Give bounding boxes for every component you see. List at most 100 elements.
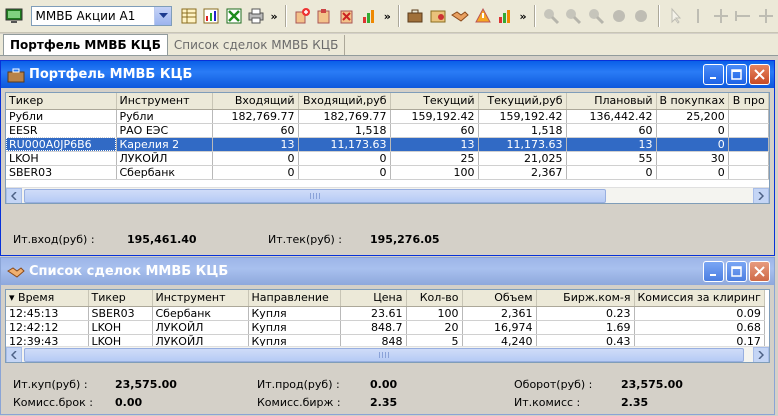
print-icon[interactable] (246, 5, 267, 27)
crosshair-icon[interactable] (710, 5, 731, 27)
stats-icon[interactable] (495, 5, 516, 27)
column-header[interactable]: В про (728, 93, 769, 110)
table-row-selected[interactable]: RU000A0JP6B6 Карелия 2 13 11,173.63 13 1… (6, 137, 769, 152)
warning-icon[interactable] (472, 5, 493, 27)
cancel-order-icon[interactable] (337, 5, 358, 27)
summary-value: 0.00 (370, 378, 398, 391)
column-header[interactable]: Комиссия за клиринг (634, 290, 765, 307)
zoom-out-icon[interactable] (563, 5, 584, 27)
summary-value: 0.00 (115, 396, 143, 409)
scroll-thumb[interactable] (24, 188, 606, 203)
zoom-fit-icon[interactable] (586, 5, 607, 27)
horizontal-scrollbar[interactable] (6, 187, 769, 203)
table-cell: 159,192.42 (478, 109, 567, 124)
table-cell: 60 (212, 123, 299, 138)
table-cell: 100 (406, 306, 463, 321)
chart-icon[interactable] (201, 5, 222, 27)
table-row[interactable]: EESR РАО ЕЭС 60 1,518 60 1,518 60 0 (6, 123, 769, 138)
column-header[interactable]: Направление (248, 290, 341, 307)
column-header[interactable]: Объем (462, 290, 537, 307)
column-header[interactable]: Цена (340, 290, 407, 307)
table-cell (728, 151, 769, 166)
scroll-thumb[interactable] (24, 347, 744, 362)
add-order-icon[interactable] (292, 5, 313, 27)
table-cell: 25 (390, 151, 479, 166)
toolbar-separator (658, 5, 661, 27)
portfolio-titlebar[interactable]: Портфель ММВБ КЦБ (1, 61, 774, 88)
table-cell: Купля (248, 306, 341, 321)
table-icon[interactable] (178, 5, 199, 27)
column-header[interactable]: Текущий (390, 93, 479, 110)
monitor-icon[interactable] (4, 5, 25, 27)
chevron-down-icon[interactable] (154, 7, 172, 25)
scroll-left-icon[interactable] (6, 346, 22, 362)
column-header[interactable]: Кол-во (406, 290, 463, 307)
table-cell (728, 137, 769, 152)
summary-value: 195,461.40 (127, 233, 197, 246)
zoom-in-icon[interactable] (541, 5, 562, 27)
portfolio-grid[interactable]: Тикер Инструмент Входящий Входящий,руб Т… (5, 92, 770, 204)
more-icon[interactable]: » (382, 10, 393, 23)
scroll-right-icon[interactable] (753, 346, 769, 362)
circle-icon[interactable] (631, 5, 652, 27)
summary-value: 23,575.00 (115, 378, 177, 391)
column-header[interactable]: Тикер (6, 93, 117, 110)
tab-deals[interactable]: Список сделок ММВБ КЦБ (168, 35, 346, 55)
table-cell: 0 (656, 137, 729, 152)
cursor-icon[interactable] (665, 5, 686, 27)
deals-titlebar[interactable]: Список сделок ММВБ КЦБ (1, 258, 774, 285)
summary-label: Ит.комисс : (514, 396, 581, 409)
table-cell: 0 (656, 123, 729, 138)
handshake-icon (7, 266, 25, 278)
scroll-left-icon[interactable] (6, 187, 22, 203)
table-cell: 0.23 (536, 306, 635, 321)
tab-portfolio[interactable]: Портфель ММВБ КЦБ (3, 34, 168, 55)
minimize-button[interactable] (703, 64, 724, 85)
column-header[interactable]: Текущий,руб (478, 93, 567, 110)
column-header[interactable]: Плановый (566, 93, 657, 110)
column-header[interactable]: Входящий,руб (298, 93, 391, 110)
table-row[interactable]: LKOH ЛУКОЙЛ 0 0 25 21,025 55 30 (6, 151, 769, 166)
settings-icon[interactable] (427, 5, 448, 27)
column-header[interactable]: Входящий (212, 93, 299, 110)
column-header[interactable]: Тикер (88, 290, 153, 307)
table-cell: 1.69 (536, 320, 635, 335)
vline-icon[interactable] (688, 5, 709, 27)
hline-icon[interactable] (733, 5, 754, 27)
window-tabs: Портфель ММВБ КЦБ Список сделок ММВБ КЦБ (0, 34, 778, 56)
table-cell: 13 (390, 137, 479, 152)
minimize-icon (709, 273, 716, 276)
order-icon[interactable] (314, 5, 335, 27)
portfolio-selector[interactable]: ММВБ Акции А1 (30, 6, 173, 26)
table-cell: EESR (6, 123, 117, 138)
table-cell: Рубли (6, 109, 117, 124)
column-header[interactable]: Инструмент (116, 93, 213, 110)
close-button[interactable] (749, 64, 770, 85)
horizontal-scrollbar[interactable] (6, 346, 769, 362)
column-header[interactable]: Инструмент (152, 290, 249, 307)
minimize-button[interactable] (703, 261, 724, 282)
briefcase-icon (7, 68, 25, 82)
more-icon[interactable]: » (269, 10, 280, 23)
table-row[interactable]: SBER03 Сбербанк 0 0 100 2,367 0 0 (6, 165, 769, 180)
deals-grid[interactable]: ▾ Время Тикер Инструмент Направление Цен… (5, 289, 770, 363)
close-button[interactable] (749, 261, 770, 282)
stats-icon[interactable] (359, 5, 380, 27)
briefcase-icon[interactable] (405, 5, 426, 27)
column-header[interactable]: В покупках (656, 93, 729, 110)
scroll-right-icon[interactable] (753, 187, 769, 203)
table-row[interactable]: 12:42:12 LKOH ЛУКОЙЛ Купля 848.7 20 16,9… (6, 320, 765, 335)
handshake-icon[interactable] (450, 5, 471, 27)
table-row[interactable]: Рубли Рубли 182,769.77 182,769.77 159,19… (6, 109, 769, 124)
column-header[interactable]: Бирж.ком-я (536, 290, 635, 307)
maximize-button[interactable] (726, 64, 747, 85)
more-icon[interactable]: » (518, 10, 529, 23)
circle-icon[interactable] (608, 5, 629, 27)
table-row[interactable]: 12:45:13 SBER03 Сбербанк Купля 23.61 100… (6, 306, 765, 321)
maximize-button[interactable] (726, 261, 747, 282)
grid-icon[interactable] (755, 5, 776, 27)
excel-icon[interactable] (223, 5, 244, 27)
summary-label: Ит.куп(руб) : (13, 378, 88, 391)
column-header[interactable]: ▾ Время (6, 290, 89, 307)
table-cell: Сбербанк (152, 306, 249, 321)
